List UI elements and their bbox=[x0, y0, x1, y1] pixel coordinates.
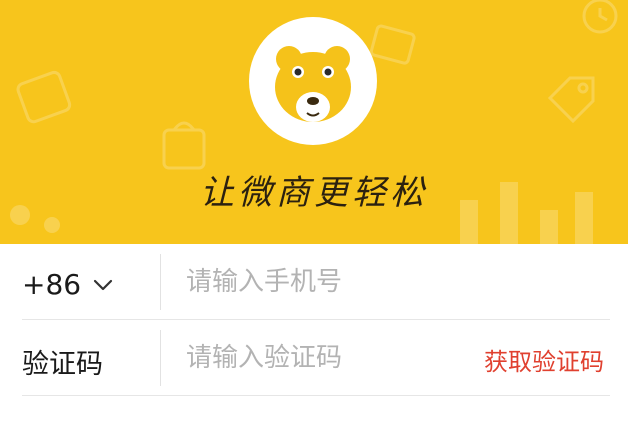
bear-face-icon bbox=[275, 46, 351, 122]
decor-card-icon bbox=[16, 70, 72, 124]
get-code-button[interactable]: 获取验证码 bbox=[484, 342, 604, 377]
login-form: +86 验证码 获取验证码 bbox=[0, 244, 628, 440]
country-code-label: +86 bbox=[22, 268, 82, 301]
phone-input[interactable] bbox=[186, 260, 596, 304]
phone-row: +86 bbox=[0, 244, 628, 320]
verification-code-input[interactable] bbox=[186, 336, 466, 380]
header-banner: 让微商更轻松 bbox=[0, 0, 628, 244]
divider bbox=[160, 254, 161, 310]
divider bbox=[22, 395, 610, 396]
country-code-selector[interactable]: +86 bbox=[22, 268, 113, 301]
verification-code-label: 验证码 bbox=[22, 349, 103, 380]
decor-clock-icon bbox=[582, 0, 618, 34]
divider bbox=[160, 330, 161, 386]
decor-tag-icon bbox=[547, 76, 595, 124]
app-logo bbox=[249, 17, 377, 145]
chevron-down-icon bbox=[93, 279, 113, 290]
verification-code-row: 验证码 获取验证码 bbox=[0, 320, 628, 396]
slogan-text: 让微商更轻松 bbox=[200, 173, 428, 213]
